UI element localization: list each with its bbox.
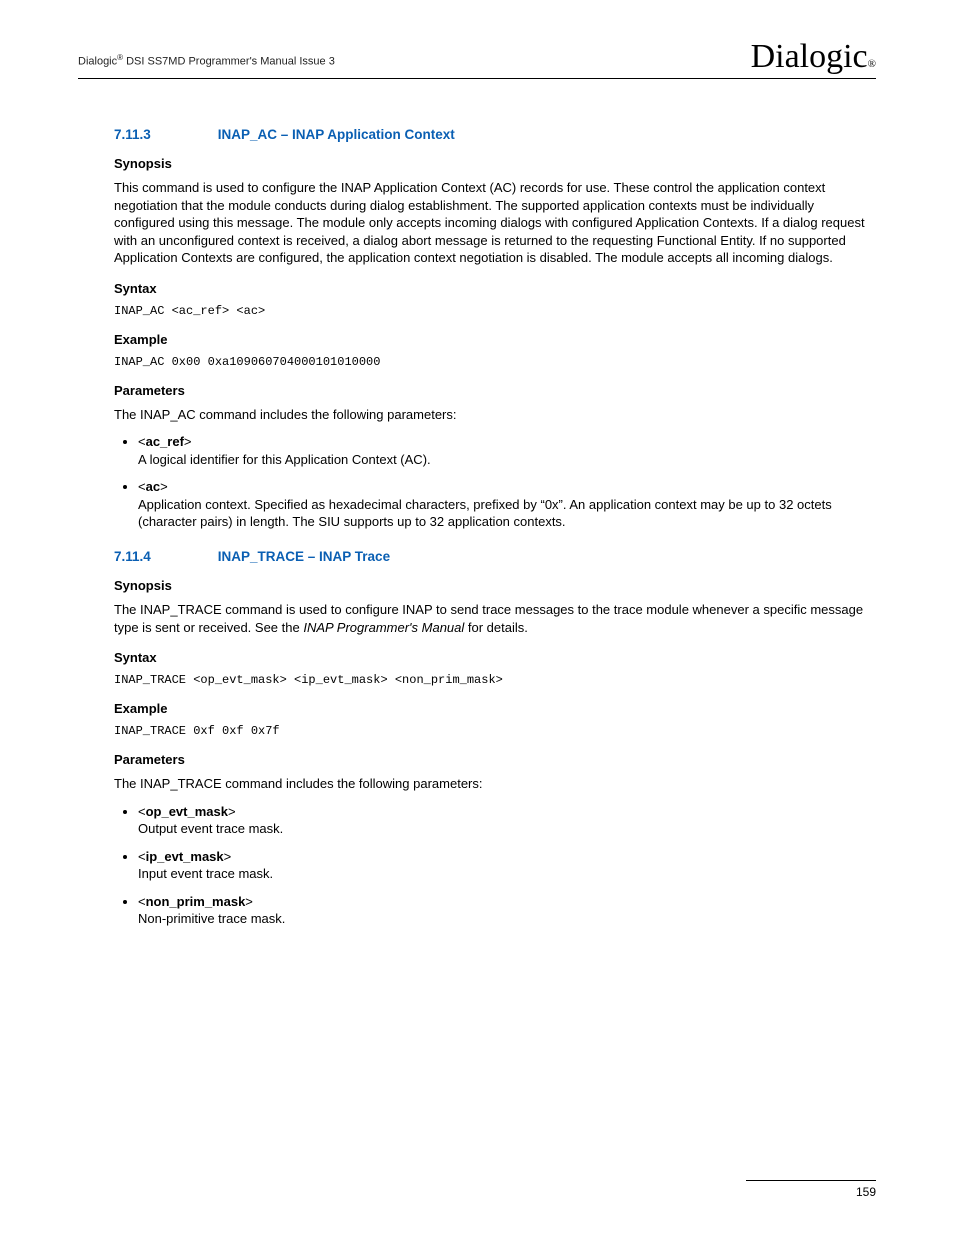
synopsis-label: Synopsis [114, 578, 876, 593]
syntax-label: Syntax [114, 281, 876, 296]
syntax-label: Syntax [114, 650, 876, 665]
param-name: ac_ref [146, 434, 184, 449]
parameters-label: Parameters [114, 383, 876, 398]
list-item: <ip_evt_mask> Input event trace mask. [138, 848, 876, 883]
example-label: Example [114, 332, 876, 347]
page-header: Dialogic® DSI SS7MD Programmer's Manual … [78, 40, 876, 79]
list-item: <non_prim_mask> Non-primitive trace mask… [138, 893, 876, 928]
section-heading-inap-trace: 7.11.4 INAP_TRACE – INAP Trace [114, 549, 876, 564]
param-name: ip_evt_mask [146, 849, 224, 864]
section-title: INAP_TRACE – INAP Trace [218, 549, 390, 564]
section-number: 7.11.4 [114, 549, 214, 564]
param-name: ac [146, 479, 160, 494]
param-desc: Application context. Specified as hexade… [138, 497, 832, 530]
parameters-list: <op_evt_mask> Output event trace mask. <… [114, 803, 876, 928]
logo-text: Dialogic [751, 38, 868, 75]
synopsis-italic: INAP Programmer's Manual [303, 620, 464, 635]
list-item: <ac_ref> A logical identifier for this A… [138, 433, 876, 468]
parameters-intro: The INAP_AC command includes the followi… [114, 406, 876, 424]
example-code: INAP_TRACE 0xf 0xf 0x7f [114, 724, 876, 738]
param-name: op_evt_mask [146, 804, 228, 819]
synopsis-post: for details. [464, 620, 528, 635]
section-title: INAP_AC – INAP Application Context [218, 127, 455, 142]
brand-logo: Dialogic® [751, 40, 876, 76]
param-desc: A logical identifier for this Applicatio… [138, 452, 431, 467]
section-heading-inap-ac: 7.11.3 INAP_AC – INAP Application Contex… [114, 127, 876, 142]
syntax-code: INAP_TRACE <op_evt_mask> <ip_evt_mask> <… [114, 673, 876, 687]
parameters-intro: The INAP_TRACE command includes the foll… [114, 775, 876, 793]
example-label: Example [114, 701, 876, 716]
header-brand: Dialogic [78, 56, 117, 68]
header-title: DSI SS7MD Programmer's Manual Issue 3 [123, 56, 335, 68]
example-code: INAP_AC 0x00 0xa109060704000101010000 [114, 355, 876, 369]
section-number: 7.11.3 [114, 127, 214, 142]
param-desc: Output event trace mask. [138, 821, 283, 836]
page-number: 159 [746, 1180, 876, 1199]
list-item: <op_evt_mask> Output event trace mask. [138, 803, 876, 838]
param-desc: Non-primitive trace mask. [138, 911, 285, 926]
synopsis-text: The INAP_TRACE command is used to config… [114, 601, 876, 636]
parameters-label: Parameters [114, 752, 876, 767]
parameters-list: <ac_ref> A logical identifier for this A… [114, 433, 876, 531]
syntax-code: INAP_AC <ac_ref> <ac> [114, 304, 876, 318]
param-desc: Input event trace mask. [138, 866, 273, 881]
logo-reg: ® [868, 58, 876, 70]
list-item: <ac> Application context. Specified as h… [138, 478, 876, 531]
synopsis-text: This command is used to configure the IN… [114, 179, 876, 267]
param-name: non_prim_mask [146, 894, 246, 909]
header-left: Dialogic® DSI SS7MD Programmer's Manual … [78, 53, 335, 76]
synopsis-label: Synopsis [114, 156, 876, 171]
